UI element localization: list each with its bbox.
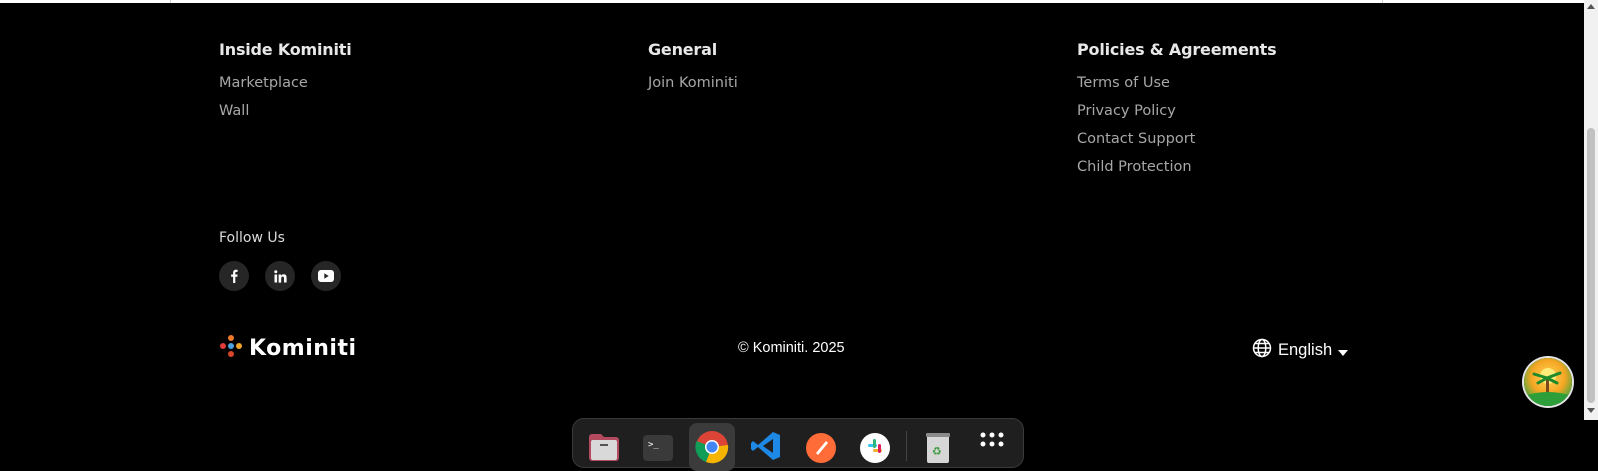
footer-link-join-kominiti[interactable]: Join Kominiti [648,72,738,100]
social-links [219,261,341,291]
postman-icon[interactable] [798,423,844,471]
footer-link-terms-of-use[interactable]: Terms of Use [1077,72,1276,100]
dock-separator [905,431,907,461]
brand-name: Kominiti [249,335,357,361]
scroll-thumb[interactable] [1587,128,1595,403]
brand-logo[interactable]: Kominiti [219,334,357,362]
slack-icon[interactable] [852,423,898,471]
app-grid-icon[interactable] [969,423,1015,471]
follow-us-title: Follow Us [219,230,285,246]
footer-link-child-protection[interactable]: Child Protection [1077,156,1276,184]
footer-link-marketplace[interactable]: Marketplace [219,72,352,100]
files-icon[interactable] [581,423,627,471]
globe-icon [1252,338,1272,362]
column-title: Inside Kominiti [219,40,352,59]
os-dock: >_ ♻ [572,418,1024,471]
scroll-up-icon[interactable] [1587,4,1595,9]
floating-avatar-button[interactable] [1524,358,1572,406]
trash-icon[interactable]: ♻ [915,423,961,471]
svg-text:♻: ♻ [932,445,942,458]
vscode-icon[interactable] [743,423,789,471]
footer-link-contact-support[interactable]: Contact Support [1077,128,1276,156]
caret-down-icon [1338,341,1349,360]
language-label: English [1278,340,1333,359]
svg-text:>_: >_ [648,440,659,450]
page-scrollbar[interactable] [1584,0,1598,420]
youtube-icon[interactable] [311,261,341,291]
kominiti-logo-icon [219,334,243,362]
copyright-text: © Kominiti. 2025 [738,340,845,356]
column-title: General [648,40,717,59]
browser-top-edge [0,0,1598,3]
scroll-down-icon[interactable] [1587,408,1595,413]
column-title: Policies & Agreements [1077,40,1277,59]
footer-link-wall[interactable]: Wall [219,100,352,128]
chrome-icon[interactable] [689,423,736,471]
linkedin-icon[interactable] [265,261,295,291]
footer-column-inside-kominiti: Inside Kominiti Marketplace Wall [219,40,352,128]
language-selector[interactable]: English [1252,338,1349,362]
footer-link-privacy-policy[interactable]: Privacy Policy [1077,100,1276,128]
footer-column-policies: Policies & Agreements Terms of Use Priva… [1077,40,1277,184]
terminal-icon[interactable]: >_ [635,423,681,471]
facebook-icon[interactable] [219,261,249,291]
footer-column-general: General Join Kominiti [648,40,738,100]
